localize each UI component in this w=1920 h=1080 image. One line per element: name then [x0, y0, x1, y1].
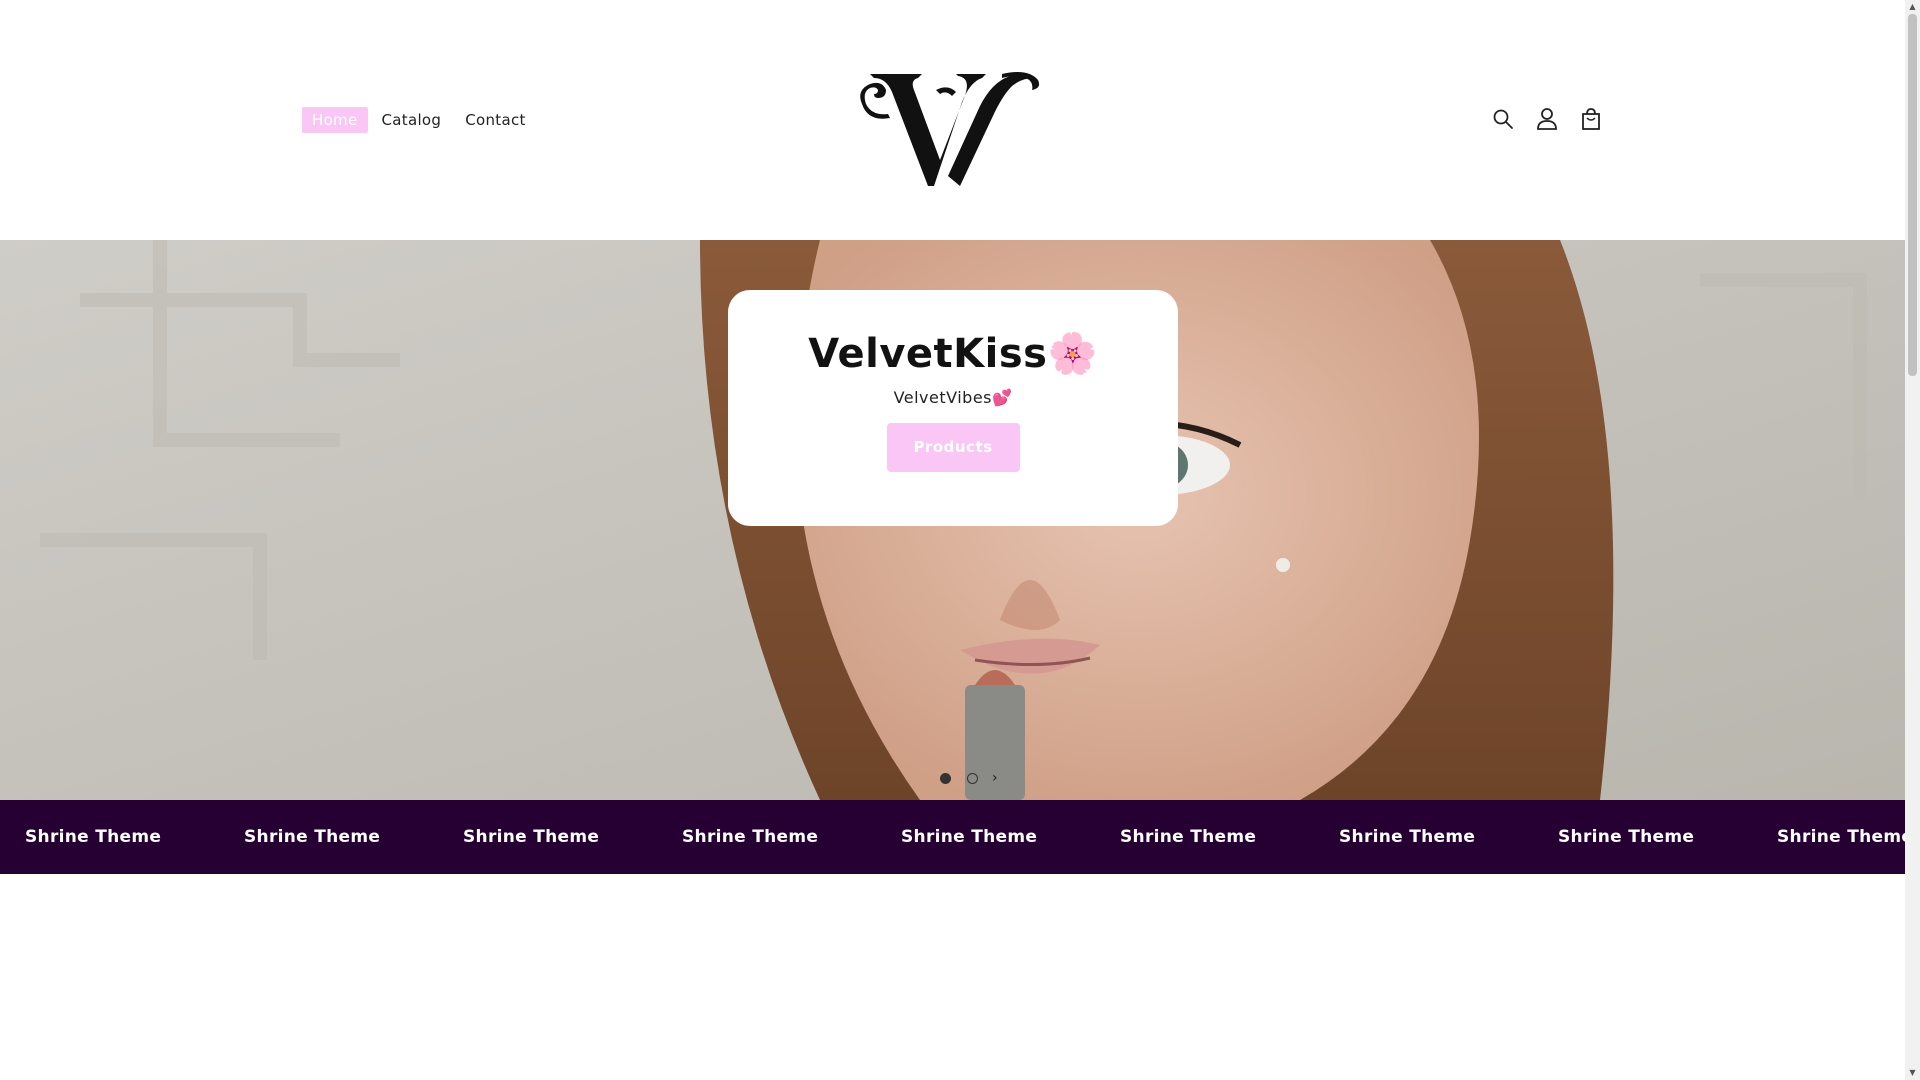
site-logo[interactable] [852, 68, 1048, 192]
marquee-item: Shrine Theme [1339, 827, 1476, 847]
chevron-right-icon[interactable]: › [992, 770, 998, 786]
marquee-item: Shrine Theme [1777, 827, 1905, 847]
slide-dot-2[interactable] [967, 772, 978, 784]
hero-card: VelvetKiss🌸 VelvetVibes💕 Products [728, 290, 1178, 526]
nav-catalog-link[interactable]: Catalog [372, 107, 452, 133]
slide-dot-1[interactable] [940, 772, 951, 784]
page-scrollbar[interactable]: ▲ ▼ [1905, 0, 1920, 1080]
hero-title: VelvetKiss🌸 [808, 331, 1098, 377]
hero-banner: VelvetKiss🌸 VelvetVibes💕 Products › [0, 240, 1905, 800]
marquee-item: Shrine Theme [244, 827, 381, 847]
scroll-thumb[interactable] [1908, 14, 1917, 376]
products-button[interactable]: Products [886, 423, 1020, 472]
search-icon[interactable] [1488, 104, 1518, 134]
marquee-item: Shrine Theme [901, 827, 1038, 847]
announcement-marquee: Shrine Theme Shrine Theme Shrine Theme S… [0, 800, 1905, 874]
main-nav: Home Catalog Contact [302, 107, 540, 133]
nav-home-link[interactable]: Home [302, 107, 368, 133]
marquee-item: Shrine Theme [25, 827, 162, 847]
marquee-item: Shrine Theme [463, 827, 600, 847]
page: Home Catalog Contact VelvetKiss🌸 VelvetV… [0, 0, 1905, 1080]
marquee-item: Shrine Theme [1120, 827, 1257, 847]
marquee-item: Shrine Theme [1558, 827, 1695, 847]
header-actions [1488, 104, 1620, 134]
account-icon[interactable] [1532, 104, 1562, 134]
slider-controls: › [932, 770, 998, 786]
cart-icon[interactable] [1576, 104, 1606, 134]
site-header: Home Catalog Contact [0, 0, 1905, 240]
marquee-item: Shrine Theme [682, 827, 819, 847]
vw-monogram-logo [860, 72, 1040, 186]
hero-subtitle: VelvetVibes💕 [893, 388, 1013, 407]
scroll-down-icon[interactable]: ▼ [1905, 1066, 1920, 1080]
scroll-up-icon[interactable]: ▲ [1905, 0, 1920, 14]
content-area [0, 874, 1905, 1080]
marquee-track: Shrine Theme Shrine Theme Shrine Theme S… [25, 800, 1905, 874]
nav-contact-link[interactable]: Contact [455, 107, 535, 133]
